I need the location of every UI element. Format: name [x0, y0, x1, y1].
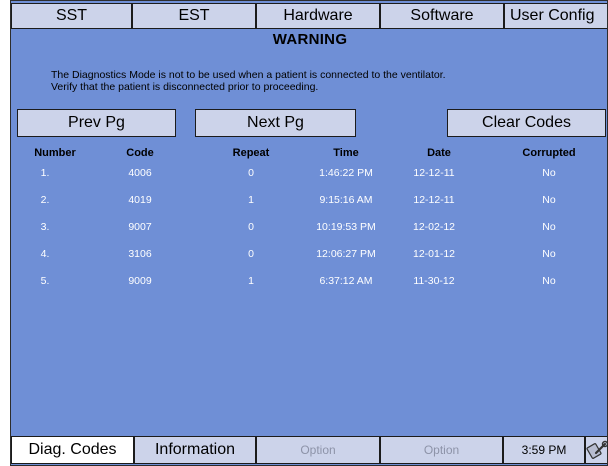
clear-codes-button[interactable]: Clear Codes	[447, 109, 606, 137]
header-number: Number	[34, 147, 76, 159]
top-tab-bar: SST EST Hardware Software User Config	[11, 1, 607, 31]
cell-code: 3106	[128, 248, 152, 260]
tab-information[interactable]: Information	[134, 436, 256, 464]
tools-icon	[586, 440, 607, 459]
warning-title: WARNING	[272, 31, 348, 48]
clock-display: 3:59 PM	[503, 436, 585, 464]
cell-repeat: 1	[248, 194, 254, 206]
cell-time: 10:19:53 PM	[316, 221, 376, 233]
cell-corrupted: No	[542, 194, 556, 206]
table-row: 1. 4006 0 1:46:22 PM 12-12-11 No	[11, 167, 607, 185]
cell-code: 4019	[128, 194, 152, 206]
cell-time: 12:06:27 PM	[316, 248, 376, 260]
header-corrupted: Corrupted	[522, 147, 576, 159]
cell-corrupted: No	[542, 221, 556, 233]
header-date: Date	[427, 147, 451, 159]
cell-repeat: 1	[248, 275, 254, 287]
warning-message: The Diagnostics Mode is not to be used w…	[51, 69, 446, 81]
warning-instruction: Verify that the patient is disconnected …	[51, 81, 319, 93]
cell-time: 1:46:22 PM	[319, 167, 373, 179]
cell-code: 9007	[128, 221, 152, 233]
diagnostics-screen: SST EST Hardware Software User Config WA…	[10, 0, 608, 466]
tab-software[interactable]: Software	[380, 3, 504, 29]
cell-corrupted: No	[542, 248, 556, 260]
cell-number: 3.	[40, 221, 50, 233]
cell-corrupted: No	[542, 167, 556, 179]
cell-corrupted: No	[542, 275, 556, 287]
cell-time: 6:37:12 AM	[319, 275, 373, 287]
cell-date: 11-30-12	[413, 275, 455, 287]
cell-number: 1.	[40, 167, 50, 179]
cell-code: 9009	[128, 275, 152, 287]
tab-diag-codes[interactable]: Diag. Codes	[11, 436, 134, 464]
next-page-button[interactable]: Next Pg	[195, 109, 356, 137]
cell-time: 9:15:16 AM	[319, 194, 373, 206]
header-time: Time	[333, 147, 359, 159]
table-row: 4. 3106 0 12:06:27 PM 12-01-12 No	[11, 248, 607, 266]
cell-code: 4006	[128, 167, 152, 179]
option-button-1[interactable]: Option	[256, 436, 380, 464]
cell-date: 12-12-11	[413, 194, 455, 206]
cell-date: 12-12-11	[413, 167, 455, 179]
prev-page-button[interactable]: Prev Pg	[17, 109, 176, 137]
wrench-icon[interactable]	[585, 436, 607, 464]
cell-number: 2.	[40, 194, 50, 206]
option-button-2[interactable]: Option	[380, 436, 503, 464]
tab-est[interactable]: EST	[132, 3, 256, 29]
cell-repeat: 0	[248, 167, 254, 179]
cell-repeat: 0	[248, 221, 254, 233]
table-row: 5. 9009 1 6:37:12 AM 11-30-12 No	[11, 275, 607, 293]
tab-sst[interactable]: SST	[11, 3, 132, 29]
tab-hardware[interactable]: Hardware	[256, 3, 380, 29]
tab-user-config[interactable]: User Config	[504, 3, 607, 29]
cell-number: 5.	[40, 275, 50, 287]
header-repeat: Repeat	[232, 147, 270, 159]
table-row: 2. 4019 1 9:15:16 AM 12-12-11 No	[11, 194, 607, 212]
cell-date: 12-01-12	[412, 248, 456, 260]
header-code: Code	[126, 147, 154, 159]
cell-repeat: 0	[248, 248, 254, 260]
bottom-tab-bar: Diag. Codes Information Option Option 3:…	[11, 433, 607, 465]
cell-number: 4.	[40, 248, 50, 260]
cell-date: 12-02-12	[412, 221, 456, 233]
table-row: 3. 9007 0 10:19:53 PM 12-02-12 No	[11, 221, 607, 239]
